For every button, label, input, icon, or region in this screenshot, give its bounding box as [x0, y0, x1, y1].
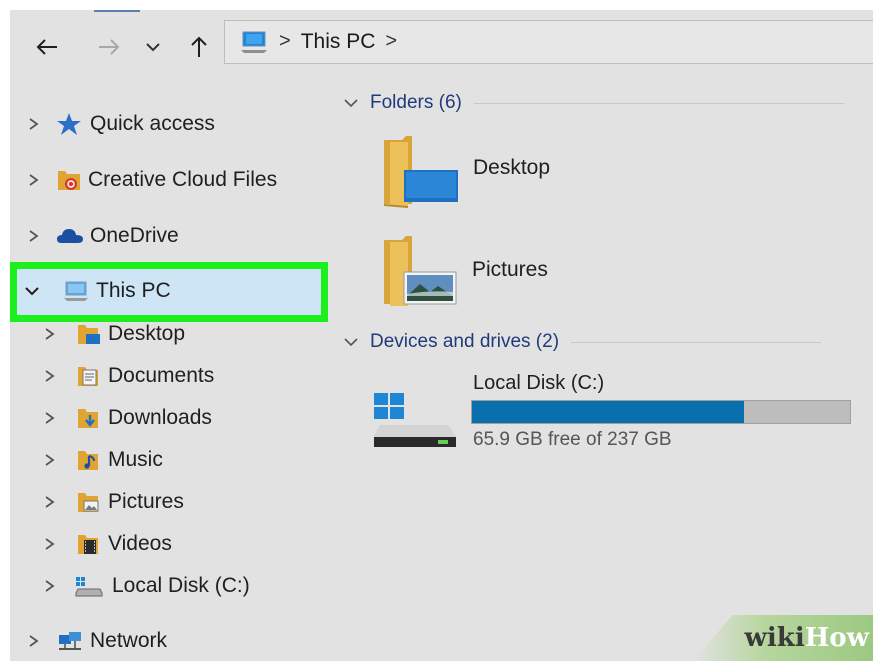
sidebar-item-label: Network	[90, 629, 168, 652]
cloud-icon	[57, 229, 83, 243]
sidebar-item-downloads[interactable]: Downloads	[44, 398, 212, 438]
music-folder-icon	[78, 451, 98, 470]
sidebar-item-label: Videos	[108, 532, 172, 555]
sidebar-item-label: Local Disk (C:)	[112, 574, 250, 597]
chevron-right-icon[interactable]	[44, 579, 56, 593]
chevron-down-icon[interactable]	[24, 285, 40, 297]
sidebar-item-label: Desktop	[108, 322, 186, 345]
computer-icon	[241, 31, 267, 53]
up-button[interactable]	[182, 30, 216, 64]
breadcrumb-this-pc[interactable]: This PC	[301, 30, 376, 54]
pictures-folder-icon	[384, 236, 457, 306]
watermark-part2: How	[804, 623, 869, 653]
folder-label: Pictures	[472, 258, 548, 281]
sidebar-item-label: OneDrive	[90, 224, 179, 247]
documents-folder-icon	[78, 367, 98, 386]
drive-icon	[374, 393, 456, 447]
chevron-right-icon[interactable]	[44, 453, 56, 467]
folders-group-title: Folders (6)	[370, 92, 462, 113]
sidebar-item-label: Quick access	[90, 112, 215, 135]
breadcrumb-separator[interactable]: >	[385, 30, 397, 53]
chevron-right-icon[interactable]	[44, 369, 56, 383]
watermark-part1: wiki	[744, 623, 805, 653]
file-explorer-window: > This PC > Quick access Creative Cloud …	[10, 10, 873, 661]
sidebar-item-videos[interactable]: Videos	[44, 524, 172, 564]
drive-icon	[75, 577, 103, 597]
folder-label: Desktop	[473, 156, 551, 179]
chevron-right-icon[interactable]	[44, 327, 56, 341]
sidebar-item-desktop[interactable]: Desktop	[44, 314, 185, 354]
desktop-folder-icon	[384, 136, 458, 208]
back-button[interactable]	[30, 30, 64, 64]
drive-usage-bar	[471, 400, 851, 424]
creative-cloud-folder-icon	[58, 171, 80, 190]
sidebar-item-this-pc[interactable]: This PC	[24, 271, 171, 311]
chevron-down-icon[interactable]	[344, 98, 358, 108]
sidebar-item-label: Documents	[108, 364, 215, 387]
chevron-right-icon[interactable]	[44, 537, 56, 551]
sidebar-item-label: Pictures	[108, 490, 184, 513]
drive-usage-fill	[472, 401, 745, 423]
divider	[473, 102, 844, 104]
drive-name: Local Disk (C:)	[473, 372, 605, 394]
sidebar-item-label: Creative Cloud Files	[88, 168, 278, 191]
sidebar-item-music[interactable]: Music	[44, 440, 163, 480]
chevron-down-icon	[146, 43, 160, 52]
forward-button[interactable]	[92, 30, 126, 64]
devices-group-header[interactable]: Devices and drives (2)	[344, 331, 822, 353]
pictures-folder-icon	[78, 493, 99, 512]
star-icon	[57, 113, 81, 135]
chevron-right-icon[interactable]	[28, 634, 40, 648]
folder-tile-pictures[interactable]: Pictures	[382, 234, 582, 314]
sidebar-item-documents[interactable]: Documents	[44, 356, 214, 396]
forward-arrow-icon	[99, 39, 120, 55]
sidebar-item-label: Music	[108, 448, 163, 471]
chevron-right-icon[interactable]	[44, 495, 56, 509]
divider	[571, 341, 822, 343]
folders-group-header[interactable]: Folders (6)	[344, 92, 844, 114]
sidebar-item-local-disk[interactable]: Local Disk (C:)	[44, 566, 250, 606]
network-icon	[59, 632, 81, 650]
sidebar-item-quick-access[interactable]: Quick access	[28, 104, 215, 144]
wikihow-watermark: wiki How	[693, 615, 873, 661]
chevron-right-icon[interactable]	[28, 117, 40, 131]
recent-locations-button[interactable]	[140, 30, 166, 64]
folder-tile-desktop[interactable]: Desktop	[382, 134, 582, 214]
videos-folder-icon	[78, 535, 98, 554]
devices-group-title: Devices and drives (2)	[370, 331, 560, 352]
sidebar-item-pictures[interactable]: Pictures	[44, 482, 184, 522]
sidebar-item-label: Downloads	[108, 406, 212, 429]
sidebar-item-label: This PC	[96, 279, 171, 302]
computer-icon	[64, 281, 88, 301]
chevron-right-icon[interactable]	[28, 173, 40, 187]
downloads-folder-icon	[78, 409, 98, 428]
breadcrumb-separator: >	[279, 29, 291, 52]
chevron-down-icon[interactable]	[344, 337, 358, 347]
drive-free-space: 65.9 GB free of 237 GB	[473, 429, 672, 450]
sidebar-item-creative-cloud-files[interactable]: Creative Cloud Files	[28, 160, 277, 200]
back-arrow-icon	[36, 39, 57, 55]
up-arrow-icon	[191, 36, 207, 57]
sidebar-item-network[interactable]: Network	[28, 621, 167, 661]
sidebar-item-onedrive[interactable]: OneDrive	[28, 216, 179, 256]
chevron-right-icon[interactable]	[44, 411, 56, 425]
desktop-folder-icon	[78, 325, 100, 344]
chevron-right-icon[interactable]	[28, 229, 40, 243]
address-bar[interactable]: > This PC >	[224, 20, 873, 64]
active-tab-indicator	[94, 10, 140, 12]
